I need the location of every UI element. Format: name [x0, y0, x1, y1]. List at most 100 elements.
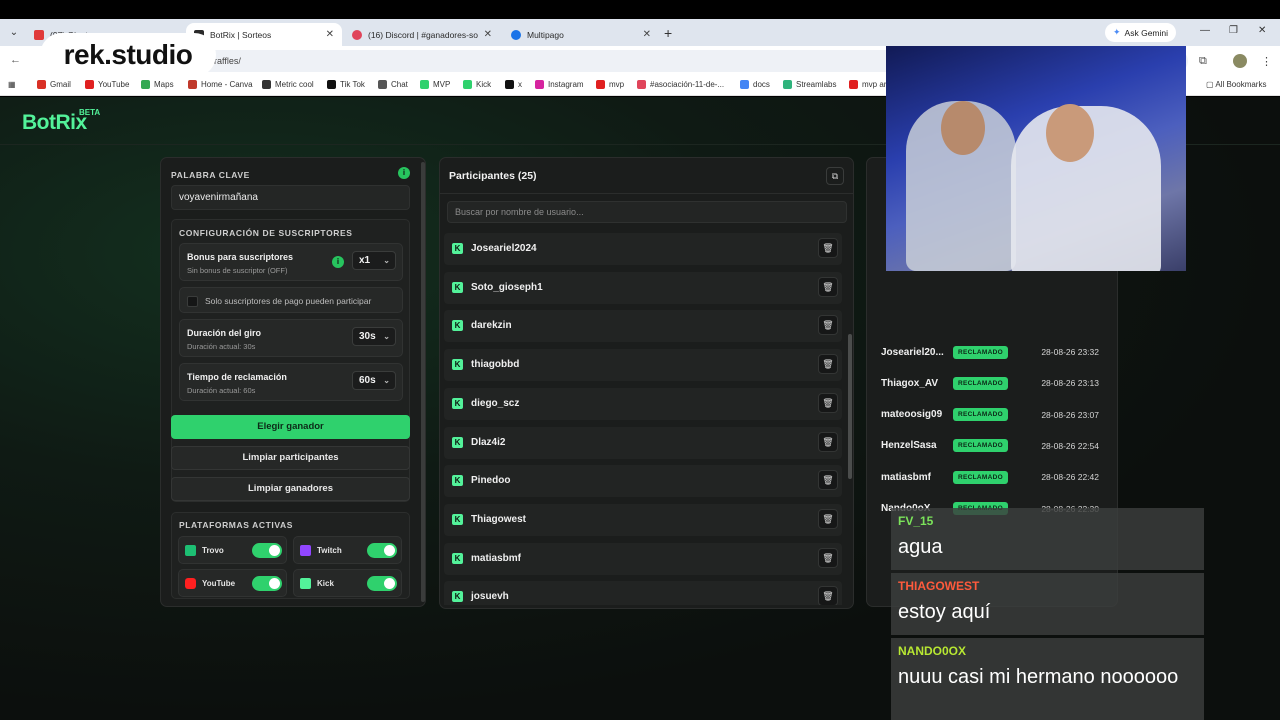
apps-grid-icon[interactable]: ▦: [8, 80, 16, 89]
twitch-icon: [300, 545, 311, 556]
new-tab-plus-icon[interactable]: +: [664, 25, 672, 41]
spin-duration-value: 30s: [359, 331, 376, 342]
extensions-puzzle-icon[interactable]: ⧉: [1199, 55, 1207, 68]
minimize-icon[interactable]: —: [1200, 25, 1210, 36]
copy-icon[interactable]: ⧉: [826, 167, 844, 185]
close-tab-icon[interactable]: ✕: [484, 29, 492, 40]
bookmark-favicon-icon: [141, 80, 150, 89]
bookmark-item[interactable]: Streamlabs: [783, 80, 836, 89]
trash-icon[interactable]: 🗑: [818, 470, 838, 491]
back-arrow-icon[interactable]: ←: [10, 54, 21, 66]
profile-avatar[interactable]: [1233, 54, 1247, 68]
clear-winners-button[interactable]: Limpiar ganadores: [171, 477, 410, 501]
keyword-info-icon[interactable]: i: [398, 167, 410, 179]
trash-icon[interactable]: 🗑: [818, 508, 838, 529]
bookmark-item[interactable]: Instagram: [535, 80, 584, 89]
chat-username: NANDO0OX: [898, 644, 967, 658]
chat-username: FV_15: [898, 514, 934, 528]
spin-duration-sub: Duración actual: 30s: [187, 342, 256, 351]
bookmark-item[interactable]: Chat: [378, 80, 408, 89]
bookmark-favicon-icon: [262, 80, 271, 89]
chat-message: NANDO0OX nuuu casi mi hermano noooooo: [891, 638, 1204, 720]
bookmark-favicon-icon: [85, 80, 94, 89]
claim-time-select[interactable]: 60s ⌄: [352, 371, 396, 390]
winner-name: Thiagox_AV: [881, 377, 939, 389]
botrix-logo[interactable]: BotRix: [22, 111, 87, 135]
participant-search-input[interactable]: Buscar por nombre de usuario...: [447, 201, 847, 223]
platform-kick: Kick: [293, 569, 402, 597]
clear-participants-button[interactable]: Limpiar participantes: [171, 446, 410, 470]
participant-row: K Thiagowest 🗑: [444, 503, 842, 536]
bookmark-item[interactable]: mvp: [596, 80, 624, 89]
bookmark-item[interactable]: YouTube: [85, 80, 129, 89]
browser-tab[interactable]: (16) Discord | #ganadores-sorte... ✕: [344, 23, 500, 46]
bookmark-item[interactable]: Metric cool: [262, 80, 314, 89]
participants-title: Participantes (25): [449, 170, 537, 182]
twitch-toggle[interactable]: [367, 543, 397, 558]
kick-icon: [300, 578, 311, 589]
trash-icon[interactable]: 🗑: [818, 431, 838, 452]
keyword-input[interactable]: voyavenirmañana: [171, 185, 410, 210]
kick-icon: K: [452, 243, 463, 254]
trovo-toggle[interactable]: [252, 543, 282, 558]
subscriber-bonus-select[interactable]: x1 ⌄: [352, 251, 396, 270]
trash-icon[interactable]: 🗑: [818, 315, 838, 336]
pick-winner-button[interactable]: Elegir ganador: [171, 415, 410, 439]
bookmark-favicon-icon: [849, 80, 858, 89]
ask-gemini-button[interactable]: ✦ Ask Gemini: [1105, 23, 1177, 42]
paid-only-checkbox[interactable]: [187, 296, 198, 307]
spin-duration-select[interactable]: 30s ⌄: [352, 327, 396, 346]
all-bookmarks-label: All Bookmarks: [1215, 80, 1267, 89]
subscriber-bonus-value: x1: [359, 255, 371, 266]
participant-list: K Joseariel2024 🗑 K Soto_gioseph1 🗑 Kdarekzin 🗑…: [444, 233, 844, 605]
close-window-icon[interactable]: ✕: [1258, 25, 1266, 36]
bookmark-item[interactable]: x: [505, 80, 522, 89]
bookmark-item[interactable]: Home - Canva: [188, 80, 253, 89]
bookmark-item[interactable]: mvp ar: [849, 80, 886, 89]
participant-name: josuevh: [471, 591, 509, 603]
youtube-toggle[interactable]: [252, 576, 282, 591]
bookmark-item[interactable]: docs: [740, 80, 770, 89]
bookmark-item[interactable]: Kick: [463, 80, 491, 89]
trash-icon[interactable]: 🗑: [818, 238, 838, 258]
kick-icon: K: [452, 475, 463, 487]
tab-search-chevron-icon[interactable]: ⌄: [6, 25, 22, 41]
participant-row: Kdarekzin 🗑: [444, 310, 842, 343]
restore-icon[interactable]: ❐: [1229, 25, 1238, 36]
paid-only-label: Solo suscriptores de pago pueden partici…: [205, 296, 372, 306]
kick-toggle[interactable]: [367, 576, 397, 591]
settings-scrollbar[interactable]: [421, 162, 425, 602]
youtube-favicon-icon: [34, 29, 44, 40]
trash-icon[interactable]: 🗑: [818, 586, 838, 605]
winner-row: Joseariel20... RECLAMADO 28-08-26 23:32: [881, 341, 1115, 363]
winner-date: 28-08-26 23:32: [1041, 347, 1099, 357]
paid-only-row[interactable]: Solo suscriptores de pago pueden partici…: [179, 287, 403, 313]
trash-icon[interactable]: 🗑: [818, 354, 838, 375]
bookmark-item[interactable]: Gmail: [37, 80, 71, 89]
ask-gemini-label: Ask Gemini: [1124, 27, 1169, 38]
bookmark-item[interactable]: Maps: [141, 80, 174, 89]
participant-row: Kmatiasbmf 🗑: [444, 542, 842, 575]
participant-name: Joseariel2024: [471, 243, 537, 254]
trash-icon[interactable]: 🗑: [818, 392, 838, 413]
participants-scrollbar[interactable]: [848, 334, 852, 479]
close-tab-icon[interactable]: ✕: [326, 29, 334, 40]
bookmark-item[interactable]: #asociación-11-de-...: [637, 80, 724, 89]
trash-icon[interactable]: 🗑: [818, 547, 838, 568]
kick-icon: K: [452, 436, 463, 448]
tab-title: (16) Discord | #ganadores-sorte...: [368, 29, 478, 40]
claim-time-label: Tiempo de reclamación: [187, 372, 287, 382]
bonus-info-icon[interactable]: i: [332, 256, 344, 268]
all-bookmarks-button[interactable]: ▢ All Bookmarks: [1206, 80, 1266, 89]
browser-tab[interactable]: Multipago ✕: [503, 23, 659, 46]
active-platforms-title: PLATAFORMAS ACTIVAS: [179, 520, 294, 530]
trash-icon[interactable]: 🗑: [818, 276, 838, 297]
bookmark-item[interactable]: Tik Tok: [327, 80, 365, 89]
participant-name: darekzin: [471, 320, 512, 332]
platform-label: Kick: [317, 579, 334, 588]
close-tab-icon[interactable]: ✕: [643, 29, 651, 40]
chat-text: nuuu casi mi hermano noooooo: [898, 666, 1179, 688]
chrome-menu-icon[interactable]: ⋮: [1261, 55, 1272, 68]
bookmark-item[interactable]: MVP: [420, 80, 450, 89]
bookmark-label: #asociación-11-de-...: [650, 80, 725, 89]
